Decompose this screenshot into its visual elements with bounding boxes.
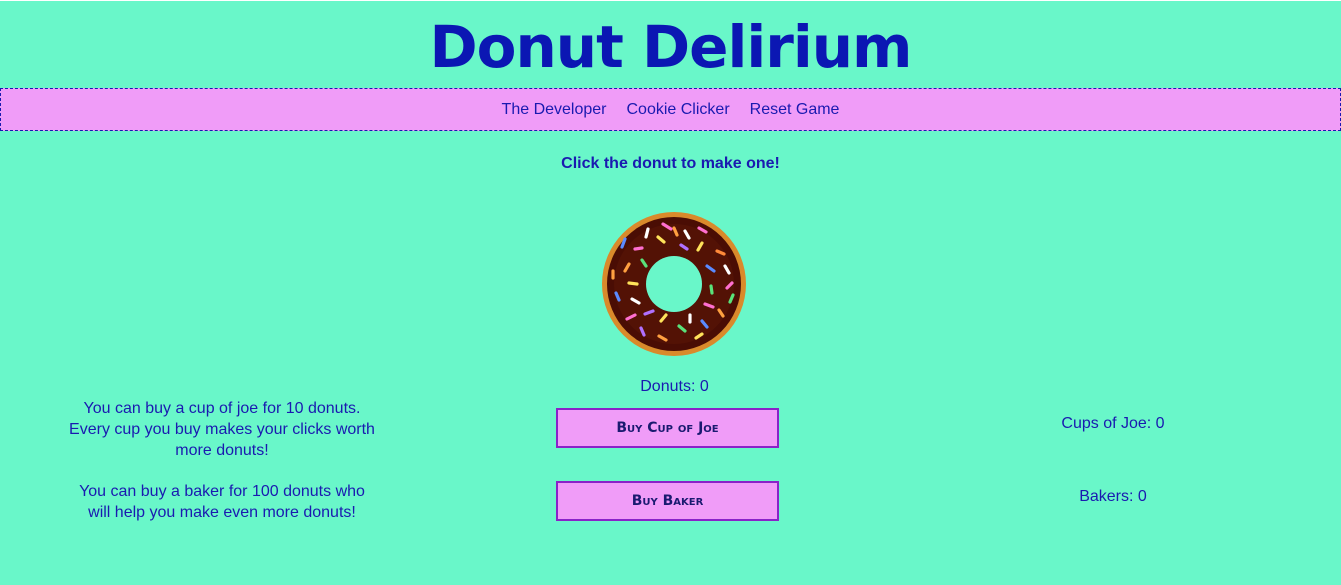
baker-description: You can buy a baker for 100 donuts who w… bbox=[60, 481, 384, 523]
nav-link-the-developer[interactable]: The Developer bbox=[502, 101, 607, 119]
page-title: Donut Delirium bbox=[429, 13, 913, 81]
cup-of-joe-description-line2: Every cup you buy makes your clicks wort… bbox=[69, 421, 375, 438]
nav-bar: The Developer Cookie Clicker Reset Game bbox=[0, 88, 1341, 131]
donut-icon[interactable] bbox=[601, 211, 747, 357]
cup-of-joe-description-line1: You can buy a cup of joe for 10 donuts. bbox=[83, 400, 361, 417]
baker-description-line2: will help you make even more donuts! bbox=[88, 504, 356, 521]
cup-of-joe-description: You can buy a cup of joe for 10 donuts. … bbox=[60, 398, 384, 461]
bakers-count: Bakers: 0 bbox=[1079, 488, 1147, 505]
cup-of-joe-description-line3: more donuts! bbox=[175, 442, 269, 459]
nav-link-cookie-clicker[interactable]: Cookie Clicker bbox=[627, 101, 730, 119]
donut-count: Donuts: 0 bbox=[640, 378, 709, 395]
page: Donut Delirium The Developer Cookie Clic… bbox=[0, 0, 1341, 585]
nav-link-reset-game[interactable]: Reset Game bbox=[750, 101, 840, 119]
baker-description-line1: You can buy a baker for 100 donuts who bbox=[79, 483, 365, 500]
instruction-text: Click the donut to make one! bbox=[561, 155, 780, 172]
buy-cup-of-joe-button[interactable]: Buy Cup of Joe bbox=[556, 408, 779, 448]
cups-of-joe-count: Cups of Joe: 0 bbox=[1061, 415, 1165, 432]
buy-baker-button[interactable]: Buy Baker bbox=[556, 481, 779, 521]
